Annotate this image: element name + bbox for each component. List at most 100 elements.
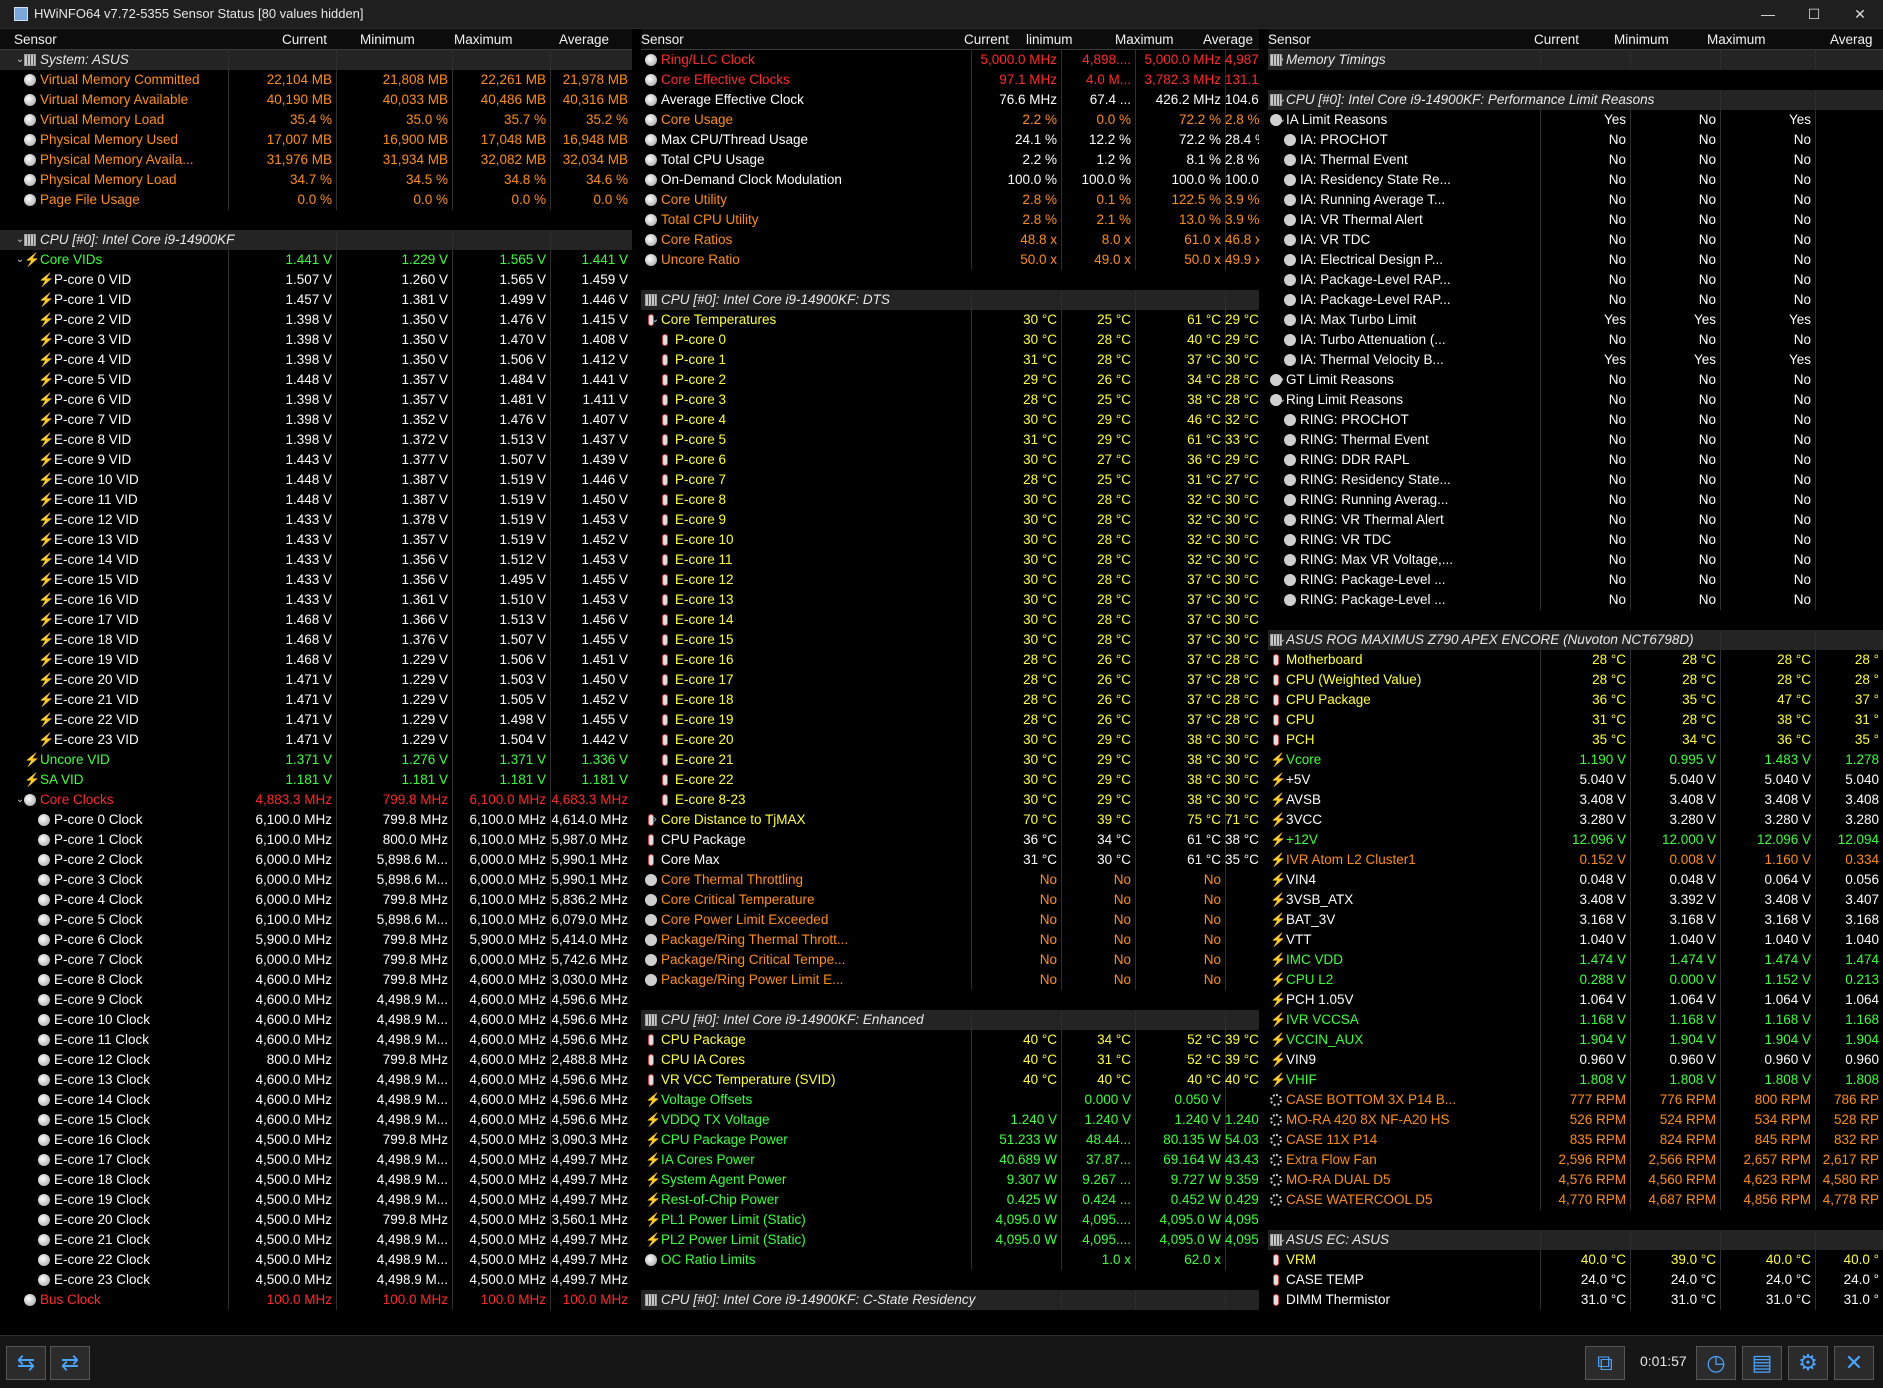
sensor-row[interactable]: Package/Ring Power Limit E... No No No	[641, 970, 1259, 990]
sensor-row[interactable]: RING: Residency State... No No No	[1268, 470, 1883, 490]
sensor-row[interactable]: ⚡ E-core 22 VID 1.471 V 1.229 V 1.498 V 1.455…	[0, 710, 632, 730]
sensor-row[interactable]: Max CPU/Thread Usage 24.1 % 12.2 % 72.2 % 28…	[641, 130, 1259, 150]
sensor-row[interactable]: CPU IA Cores 40 °C 31 °C 52 °C 39 °C	[641, 1050, 1259, 1070]
close-window-button[interactable]: ✕	[1837, 1, 1883, 27]
sensor-row[interactable]: ›Core Ratios48.8 x8.0 x61.0 x46.8 x	[641, 230, 1259, 250]
sensor-row[interactable]: E-core 13 Clock 4,600.0 MHz 4,498.9 M... 4,…	[0, 1070, 632, 1090]
sensor-row[interactable]: ⚡ E-core 17 VID 1.468 V 1.366 V 1.513 V 1.456…	[0, 610, 632, 630]
minimize-button[interactable]: —	[1745, 1, 1791, 27]
sensor-row[interactable]: › ⚡ Voltage Offsets 0.000 V 0.050 V	[641, 1090, 1259, 1110]
sensor-row[interactable]: E-core 10 30 °C 28 °C 32 °C 30 °C	[641, 530, 1259, 550]
sensor-row[interactable]: IA: Package-Level RAP... No No No	[1268, 270, 1883, 290]
sensor-row[interactable]: E-core 12 Clock 800.0 MHz 799.8 MHz 4,600.0…	[0, 1050, 632, 1070]
col-minimum[interactable]: Minimum	[360, 32, 415, 47]
sensor-row[interactable]: Virtual Memory Available 40,190 MB 40,033 …	[0, 90, 632, 110]
sensor-row[interactable]: ⚡ BAT_3V 3.168 V 3.168 V 3.168 V 3.168	[1268, 910, 1883, 930]
sensor-row[interactable]: E-core 9 30 °C 28 °C 32 °C 30 °C	[641, 510, 1259, 530]
sensor-row[interactable]: ⚡ E-core 13 VID 1.433 V 1.357 V 1.519 V 1.452…	[0, 530, 632, 550]
sensor-row[interactable]: P-core 2 29 °C 26 °C 34 °C 28 °C	[641, 370, 1259, 390]
sensor-row[interactable]: ⚡ PL1 Power Limit (Static) 4,095.0 W 4,095.…	[641, 1210, 1259, 1230]
sensor-row[interactable]: E-core 23 Clock 4,500.0 MHz 4,498.9 M... 4,…	[0, 1270, 632, 1290]
sensor-row[interactable]: ›Core Effective Clocks97.1 MHz4.0 M...3,…	[641, 70, 1259, 90]
sensor-row[interactable]: RING: Package-Level ... No No No	[1268, 590, 1883, 610]
settings-button[interactable]: ⚙	[1788, 1346, 1828, 1380]
sensor-row[interactable]: ⚡ E-core 10 VID 1.448 V 1.387 V 1.519 V 1.446…	[0, 470, 632, 490]
sensor-row[interactable]: RING: VR Thermal Alert No No No	[1268, 510, 1883, 530]
network-button[interactable]: ⧉	[1585, 1346, 1625, 1380]
sensor-group-header[interactable]: ⌄ASUS ROG MAXIMUS Z790 APEX ENCORE (Nuvo…	[1268, 630, 1883, 650]
sensor-row[interactable]: Motherboard 28 °C 28 °C 28 °C 28 °	[1268, 650, 1883, 670]
sensor-row[interactable]: ⚡ VHIF 1.808 V 1.808 V 1.808 V 1.808	[1268, 1070, 1883, 1090]
sensor-row[interactable]: ⚡ Vcore 1.190 V 0.995 V 1.483 V 1.278	[1268, 750, 1883, 770]
sensor-row[interactable]: ⚡ P-core 4 VID 1.398 V 1.350 V 1.506 V 1.412 …	[0, 350, 632, 370]
sensor-row[interactable]: ⚡ P-core 7 VID 1.398 V 1.352 V 1.476 V 1.407 …	[0, 410, 632, 430]
sensor-row[interactable]: IA: Running Average T... No No No	[1268, 190, 1883, 210]
sensor-row[interactable]: P-core 4 30 °C 29 °C 46 °C 32 °C	[641, 410, 1259, 430]
sensor-row[interactable]: CPU Package 36 °C 34 °C 61 °C 38 °C	[641, 830, 1259, 850]
sensor-row[interactable]: ›Core Utility2.8 %0.1 %122.5 %3.9 %	[641, 190, 1259, 210]
sensor-row[interactable]: ⚡ E-core 8 VID 1.398 V 1.372 V 1.513 V 1.437 …	[0, 430, 632, 450]
sensor-row[interactable]: P-core 2 Clock 6,000.0 MHz 5,898.6 M... 6,0…	[0, 850, 632, 870]
sensor-row[interactable]: ⚡ CPU L2 0.288 V 0.000 V 1.152 V 0.213	[1268, 970, 1883, 990]
sensor-row[interactable]: IA: Electrical Design P... No No No	[1268, 250, 1883, 270]
logging-button[interactable]: ▤	[1742, 1346, 1782, 1380]
sensor-row[interactable]: ⚡ E-core 15 VID 1.433 V 1.356 V 1.495 V 1.455…	[0, 570, 632, 590]
sensor-row[interactable]: ⚡ Rest-of-Chip Power 0.425 W 0.424 ... 0.452…	[641, 1190, 1259, 1210]
col-maximum[interactable]: Maximum	[1707, 32, 1766, 47]
sensor-row[interactable]: E-core 19 Clock 4,500.0 MHz 4,498.9 M... 4,…	[0, 1190, 632, 1210]
sensor-row[interactable]: E-core 8 Clock 4,600.0 MHz 799.8 MHz 4,600.…	[0, 970, 632, 990]
col-sensor[interactable]: Sensor	[1268, 32, 1311, 47]
sensor-row[interactable]: Core Max 31 °C 30 °C 61 °C 35 °C	[641, 850, 1259, 870]
sensor-row[interactable]: IA: Thermal Velocity B... Yes Yes Yes	[1268, 350, 1883, 370]
col-maximum[interactable]: Maximum	[454, 32, 513, 47]
sensor-row[interactable]: CASE TEMP 24.0 °C 24.0 °C 24.0 °C 24.0 °	[1268, 1270, 1883, 1290]
sensor-row[interactable]: E-core 18 28 °C 26 °C 37 °C 28 °C	[641, 690, 1259, 710]
sensor-row[interactable]: ⚡ VTT 1.040 V 1.040 V 1.040 V 1.040	[1268, 930, 1883, 950]
sensor-row[interactable]: PCH 35 °C 34 °C 36 °C 35 °	[1268, 730, 1883, 750]
sensor-group-header[interactable]: ⌄CPU [#0]: Intel Core i9-14900KF: Enhanc…	[641, 1010, 1259, 1030]
sensor-row[interactable]: ⚡ PL2 Power Limit (Static) 4,095.0 W 4,095.…	[641, 1230, 1259, 1250]
sensor-row[interactable]: ⚡ E-core 12 VID 1.433 V 1.378 V 1.519 V 1.453…	[0, 510, 632, 530]
sensor-row[interactable]: P-core 7 28 °C 25 °C 31 °C 27 °C	[641, 470, 1259, 490]
sensor-row[interactable]: ⚡ +5V 5.040 V 5.040 V 5.040 V 5.040	[1268, 770, 1883, 790]
sensor-row[interactable]: E-core 11 30 °C 28 °C 32 °C 30 °C	[641, 550, 1259, 570]
sensor-row[interactable]: MO-RA 420 8X NF-A20 HS 526 RPM 524 RPM 534 …	[1268, 1110, 1883, 1130]
sensor-row[interactable]: ⚡ E-core 14 VID 1.433 V 1.356 V 1.512 V 1.453…	[0, 550, 632, 570]
sensor-row[interactable]: E-core 10 Clock 4,600.0 MHz 4,498.9 M... 4,…	[0, 1010, 632, 1030]
sensor-row[interactable]: ›Core Critical TemperatureNoNoNo	[641, 890, 1259, 910]
sensor-row[interactable]: ⚡ E-core 9 VID 1.443 V 1.377 V 1.507 V 1.439 …	[0, 450, 632, 470]
sensor-row[interactable]: ⚡ E-core 19 VID 1.468 V 1.229 V 1.506 V 1.451…	[0, 650, 632, 670]
col-current[interactable]: Current	[964, 32, 1009, 47]
sensor-row[interactable]: E-core 11 Clock 4,600.0 MHz 4,498.9 M... 4,…	[0, 1030, 632, 1050]
sensor-row[interactable]: P-core 6 30 °C 27 °C 36 °C 29 °C	[641, 450, 1259, 470]
sensor-row[interactable]: Physical Memory Availa... 31,976 MB 31,934…	[0, 150, 632, 170]
sensor-row[interactable]: E-core 15 30 °C 28 °C 37 °C 30 °C	[641, 630, 1259, 650]
sensor-panel-middle[interactable]: Sensor Current linimum Maximum Average R…	[641, 29, 1259, 1335]
sensor-row[interactable]: CPU Package 36 °C 35 °C 47 °C 37 °	[1268, 690, 1883, 710]
sensor-row[interactable]: E-core 13 30 °C 28 °C 37 °C 30 °C	[641, 590, 1259, 610]
sensor-row[interactable]: ⚡ IVR Atom L2 Cluster1 0.152 V 0.008 V 1.160…	[1268, 850, 1883, 870]
sensor-row[interactable]: ⚡ System Agent Power 9.307 W 9.267 ... 9.727…	[641, 1170, 1259, 1190]
sensor-row[interactable]: ⚡ VIN9 0.960 V 0.960 V 0.960 V 0.960	[1268, 1050, 1883, 1070]
sensor-row[interactable]: CPU (Weighted Value) 28 °C 28 °C 28 °C 28 °	[1268, 670, 1883, 690]
sensor-row[interactable]: RING: DDR RAPL No No No	[1268, 450, 1883, 470]
sensor-group-header[interactable]: ⌄ CPU [#0]: Intel Core i9-14900KF	[0, 230, 632, 250]
sensor-row[interactable]: ⚡ Uncore VID 1.371 V 1.276 V 1.371 V 1.336 V	[0, 750, 632, 770]
sensor-row[interactable]: ⚡ PCH 1.05V 1.064 V 1.064 V 1.064 V 1.064	[1268, 990, 1883, 1010]
sensor-row[interactable]: P-core 3 Clock 6,000.0 MHz 5,898.6 M... 6,0…	[0, 870, 632, 890]
sensor-row[interactable]: RING: PROCHOT No No No	[1268, 410, 1883, 430]
sensor-panel-left[interactable]: Sensor Current Minimum Maximum Average ⌄…	[0, 29, 632, 1335]
sensor-row[interactable]: Total CPU Usage 2.2 % 1.2 % 8.1 % 2.8 %	[641, 150, 1259, 170]
sensor-row[interactable]: P-core 5 31 °C 29 °C 61 °C 33 °C	[641, 430, 1259, 450]
sensor-row[interactable]: E-core 14 30 °C 28 °C 37 °C 30 °C	[641, 610, 1259, 630]
sensor-row[interactable]: On-Demand Clock Modulation 100.0 % 100.0 %…	[641, 170, 1259, 190]
sensor-row[interactable]: ⚡ IMC VDD 1.474 V 1.474 V 1.474 V 1.474	[1268, 950, 1883, 970]
sensor-row[interactable]: E-core 17 28 °C 26 °C 37 °C 28 °C	[641, 670, 1259, 690]
sensor-row[interactable]: Virtual Memory Committed 22,104 MB 21,808 …	[0, 70, 632, 90]
sensor-row[interactable]: ⌄IA Limit ReasonsYesNoYes	[1268, 110, 1883, 130]
sensor-group-header[interactable]: ›CPU [#0]: Intel Core i9-14900KF: C-Stat…	[641, 1290, 1259, 1310]
sensor-row[interactable]: ⚡ VDDQ TX Voltage 1.240 V 1.240 V 1.240 V 1.2…	[641, 1110, 1259, 1130]
col-sensor[interactable]: Sensor	[14, 32, 57, 47]
sensor-row[interactable]: E-core 15 Clock 4,600.0 MHz 4,498.9 M... 4,…	[0, 1110, 632, 1130]
sensor-row[interactable]: ⚡ IVR VCCSA 1.168 V 1.168 V 1.168 V 1.168	[1268, 1010, 1883, 1030]
